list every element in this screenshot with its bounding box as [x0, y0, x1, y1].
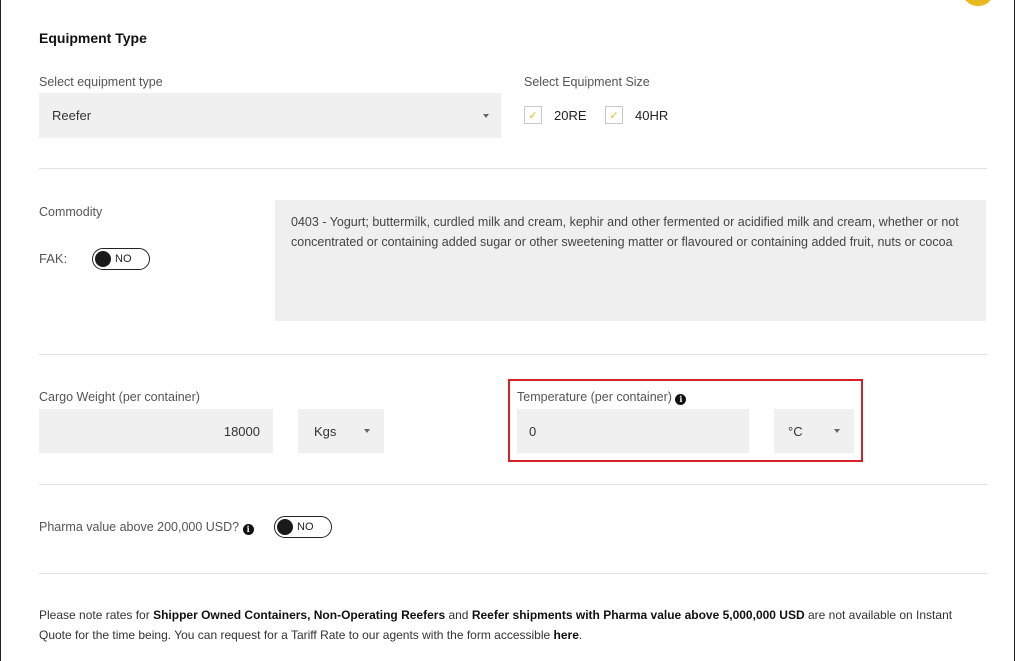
cargo-weight-label: Cargo Weight (per container): [39, 390, 200, 404]
equipment-type-select[interactable]: Reefer: [39, 93, 501, 138]
note-bold-text: Reefer shipments with Pharma value above…: [471, 608, 805, 622]
availability-note: Please note rates for Shipper Owned Cont…: [39, 605, 984, 645]
chevron-down-icon: [483, 114, 489, 118]
check-icon: ✓: [609, 109, 619, 122]
pharma-toggle[interactable]: NO: [274, 516, 332, 538]
info-icon[interactable]: i: [242, 523, 254, 535]
divider: [39, 573, 987, 574]
size-40hr-checkbox[interactable]: ✓: [605, 106, 623, 124]
size-40hr-label: 40HR: [635, 108, 669, 123]
divider: [39, 168, 987, 169]
divider: [39, 354, 987, 355]
commodity-description[interactable]: 0403 - Yogurt; buttermilk, curdled milk …: [275, 200, 986, 321]
cargo-weight-input[interactable]: 18000: [39, 409, 273, 453]
pharma-label: Pharma value above 200,000 USD? i: [39, 520, 254, 535]
note-text: and: [445, 608, 472, 622]
fak-toggle-text: NO: [115, 253, 132, 265]
equipment-type-label: Select equipment type: [39, 75, 163, 89]
note-bold-text: Shipper Owned Containers, Non-Operating …: [153, 608, 446, 622]
equipment-type-value: Reefer: [52, 108, 92, 123]
divider: [39, 484, 987, 485]
toggle-knob: [277, 519, 293, 535]
fak-toggle[interactable]: NO: [92, 248, 150, 270]
pharma-toggle-text: NO: [297, 521, 314, 533]
commodity-label: Commodity: [39, 205, 103, 219]
chevron-down-icon: [364, 429, 370, 433]
corner-badge: [963, 0, 993, 6]
form-panel: Equipment Type Select equipment type Ree…: [0, 0, 1015, 661]
weight-unit-value: Kgs: [314, 423, 337, 439]
tariff-form-link[interactable]: here: [554, 628, 579, 642]
size-20re-checkbox[interactable]: ✓: [524, 106, 542, 124]
weight-unit-select[interactable]: Kgs: [298, 409, 384, 453]
toggle-knob: [95, 251, 111, 267]
temperature-highlight-box: [508, 379, 863, 462]
note-text: .: [578, 628, 583, 642]
pharma-label-text: Pharma value above 200,000 USD?: [39, 520, 240, 534]
size-20re-label: 20RE: [554, 108, 587, 123]
check-icon: ✓: [528, 109, 538, 122]
equipment-size-label: Select Equipment Size: [524, 75, 650, 89]
note-text: Please note rates for: [39, 608, 154, 622]
cargo-weight-value: 18000: [223, 423, 260, 439]
fak-label: FAK:: [39, 251, 68, 266]
section-title: Equipment Type: [39, 30, 147, 46]
